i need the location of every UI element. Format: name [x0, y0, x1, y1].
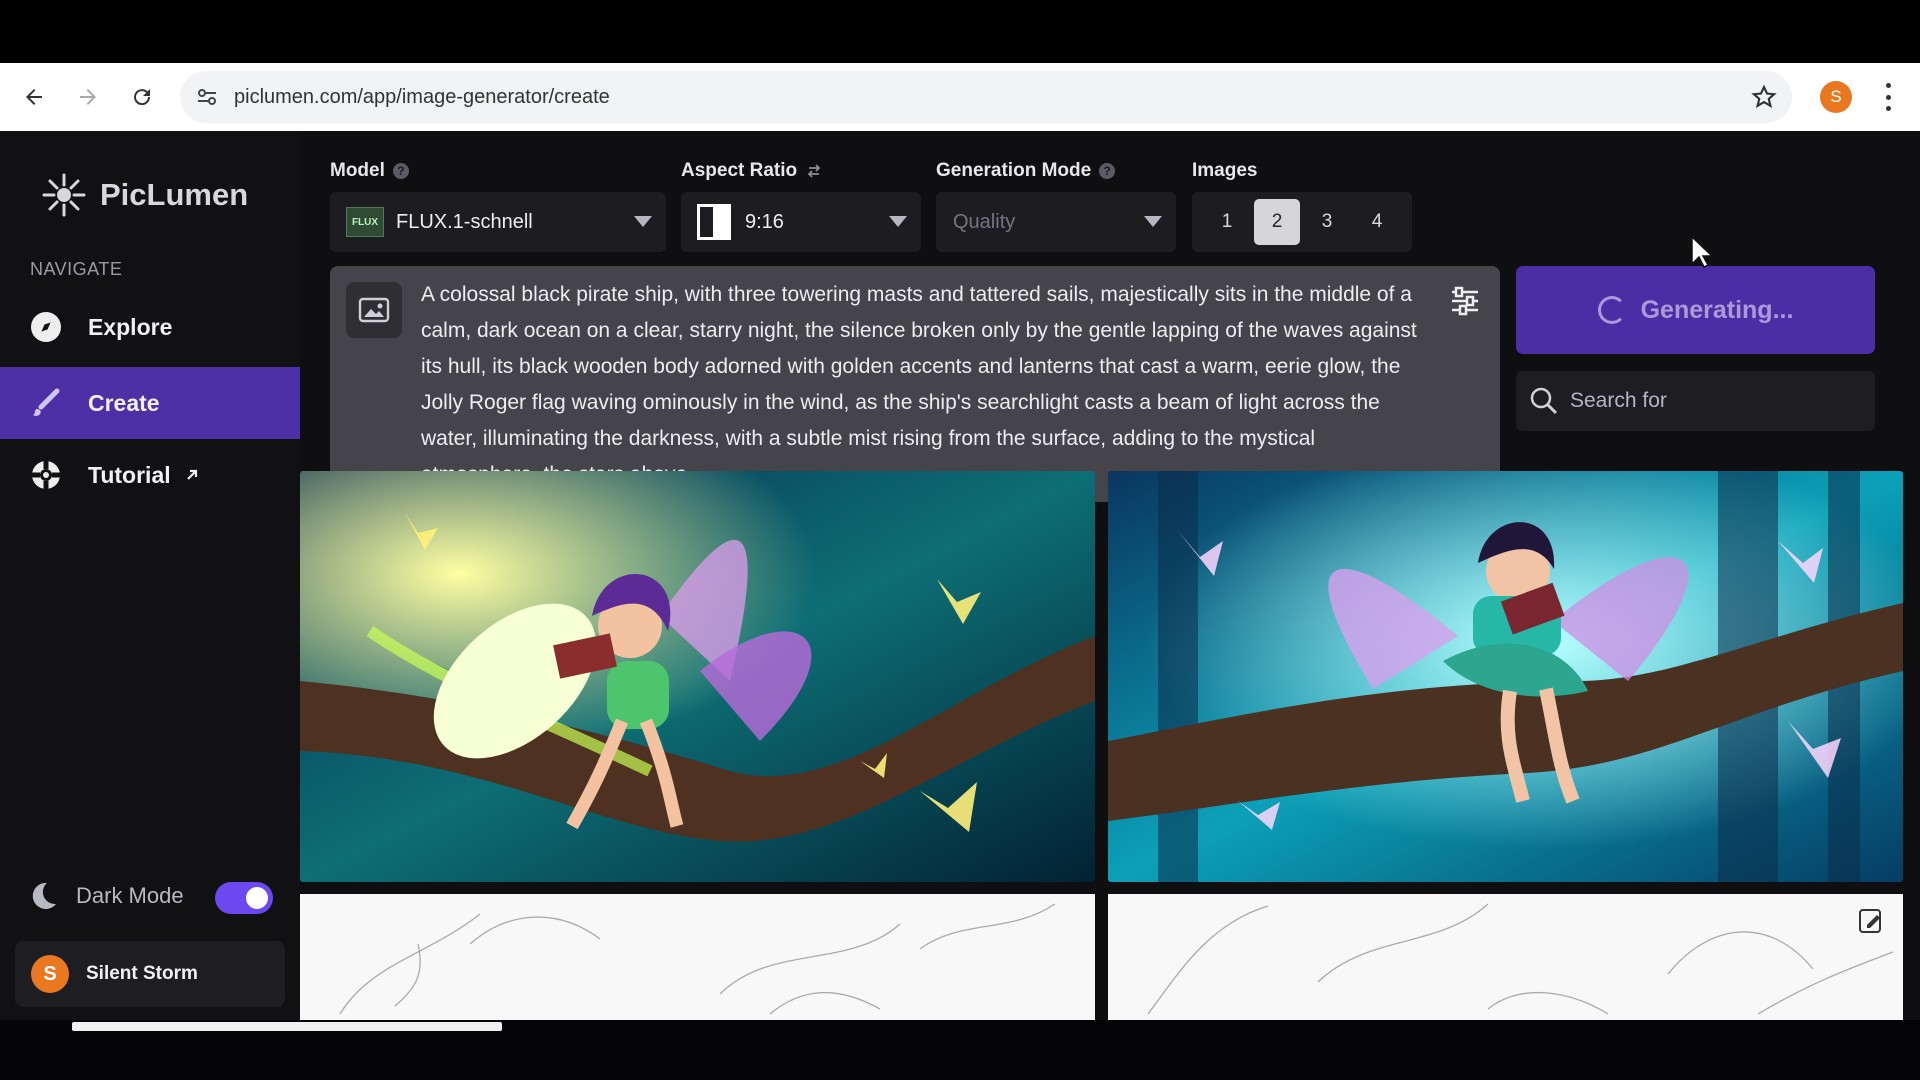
profile-avatar[interactable]: S — [1820, 81, 1852, 113]
generated-image-fairy-1[interactable] — [300, 471, 1095, 882]
compass-icon — [26, 307, 66, 347]
brush-icon — [26, 383, 66, 423]
user-name: Silent Storm — [86, 963, 198, 984]
browser-toolbar: piclumen.com/app/image-generator/create … — [0, 63, 1920, 131]
edit-icon[interactable] — [1857, 906, 1885, 936]
model-value: FLUX.1-schnell — [396, 210, 533, 233]
generated-sketch-preview-1[interactable] — [300, 894, 1095, 1020]
generation-mode-value: Quality — [953, 210, 1016, 233]
generated-gallery — [300, 471, 1920, 1020]
forward-icon[interactable] — [61, 70, 115, 124]
app-window: PicLumen NAVIGATE Explore Create Tutoria… — [0, 131, 1920, 1020]
image-count-option-selected[interactable]: 2 — [1254, 199, 1300, 245]
brand-name: PicLumen — [100, 177, 249, 212]
generating-button[interactable]: Generating... — [1516, 266, 1875, 354]
flux-model-thumbnail: FLUX — [346, 207, 384, 237]
image-reference-icon[interactable] — [346, 282, 402, 338]
sidebar-item-label: Create — [88, 389, 160, 416]
image-count-selector: 1 2 3 4 — [1192, 192, 1412, 252]
generating-label: Generating... — [1640, 295, 1794, 324]
image-count-option[interactable]: 4 — [1354, 199, 1400, 245]
image-count-option[interactable]: 1 — [1204, 199, 1250, 245]
kebab-menu-icon[interactable] — [1878, 83, 1898, 111]
bookmark-star-icon[interactable] — [1751, 84, 1777, 110]
sidebar-item-explore[interactable]: Explore — [0, 291, 300, 363]
aspect-ratio-value: 9:16 — [745, 210, 784, 233]
sliders-icon[interactable] — [1448, 284, 1482, 318]
reload-icon[interactable] — [115, 70, 169, 124]
help-icon[interactable]: ? — [1099, 163, 1116, 179]
generation-mode-select[interactable]: Quality — [936, 192, 1176, 252]
user-profile-card[interactable]: S Silent Storm — [15, 941, 285, 1007]
site-info-icon[interactable] — [195, 85, 219, 109]
sidebar-item-create[interactable]: Create — [0, 367, 300, 439]
sidebar-item-tutorial[interactable]: Tutorial — [0, 439, 300, 511]
model-label: Model? — [330, 160, 409, 182]
search-placeholder[interactable]: Search for — [1570, 389, 1667, 413]
sidebar-item-label: Tutorial — [88, 461, 171, 488]
player-bottom-border — [0, 1020, 1920, 1080]
navigation-heading: NAVIGATE — [30, 259, 123, 279]
model-select[interactable]: FLUX FLUX.1-schnell — [330, 192, 666, 252]
prompt-input[interactable]: A colossal black pirate ship, with three… — [330, 266, 1500, 502]
search-field[interactable]: Search for — [1516, 371, 1875, 431]
image-generator-panel: Model? FLUX FLUX.1-schnell Aspect Ratio … — [300, 131, 1920, 1020]
chevron-down-icon — [889, 216, 907, 227]
lifebuoy-icon — [26, 455, 66, 495]
toggle-knob — [246, 887, 268, 909]
portrait-ratio-icon — [697, 204, 731, 240]
generation-mode-label: Generation Mode? — [936, 160, 1116, 182]
dark-mode-toggle[interactable] — [215, 882, 273, 914]
help-icon[interactable]: ? — [392, 163, 409, 179]
image-count-option[interactable]: 3 — [1304, 199, 1350, 245]
dark-mode-label: Dark Mode — [76, 883, 184, 908]
aspect-ratio-label: Aspect Ratio — [681, 160, 823, 182]
avatar: S — [31, 955, 69, 993]
address-bar[interactable]: piclumen.com/app/image-generator/create — [180, 71, 1792, 123]
sidebar-item-label: Explore — [88, 313, 173, 340]
generated-image-fairy-2[interactable] — [1108, 471, 1903, 882]
address-bar-actions — [1751, 71, 1792, 123]
generated-sketch-preview-2[interactable] — [1108, 894, 1903, 1020]
url-text[interactable]: piclumen.com/app/image-generator/create — [234, 86, 610, 109]
images-label: Images — [1192, 160, 1258, 181]
search-icon — [1518, 385, 1570, 417]
back-icon[interactable] — [7, 70, 61, 124]
prompt-text[interactable]: A colossal black pirate ship, with three… — [421, 277, 1426, 493]
aspect-ratio-select[interactable]: 9:16 — [681, 192, 921, 252]
spinner-icon — [1597, 296, 1626, 324]
horizontal-scrollbar[interactable] — [72, 1022, 502, 1031]
screen-top-border — [0, 0, 1920, 63]
sunburst-logo-icon — [40, 171, 88, 219]
swap-orientation-icon[interactable] — [805, 162, 823, 180]
moon-icon — [26, 879, 60, 913]
external-link-icon — [183, 466, 201, 484]
dark-mode-row: Dark Mode — [26, 871, 276, 921]
chevron-down-icon — [1144, 216, 1162, 227]
chevron-down-icon — [634, 216, 652, 227]
sidebar: PicLumen NAVIGATE Explore Create Tutoria… — [0, 131, 300, 1020]
brand-logo[interactable]: PicLumen — [40, 171, 248, 219]
